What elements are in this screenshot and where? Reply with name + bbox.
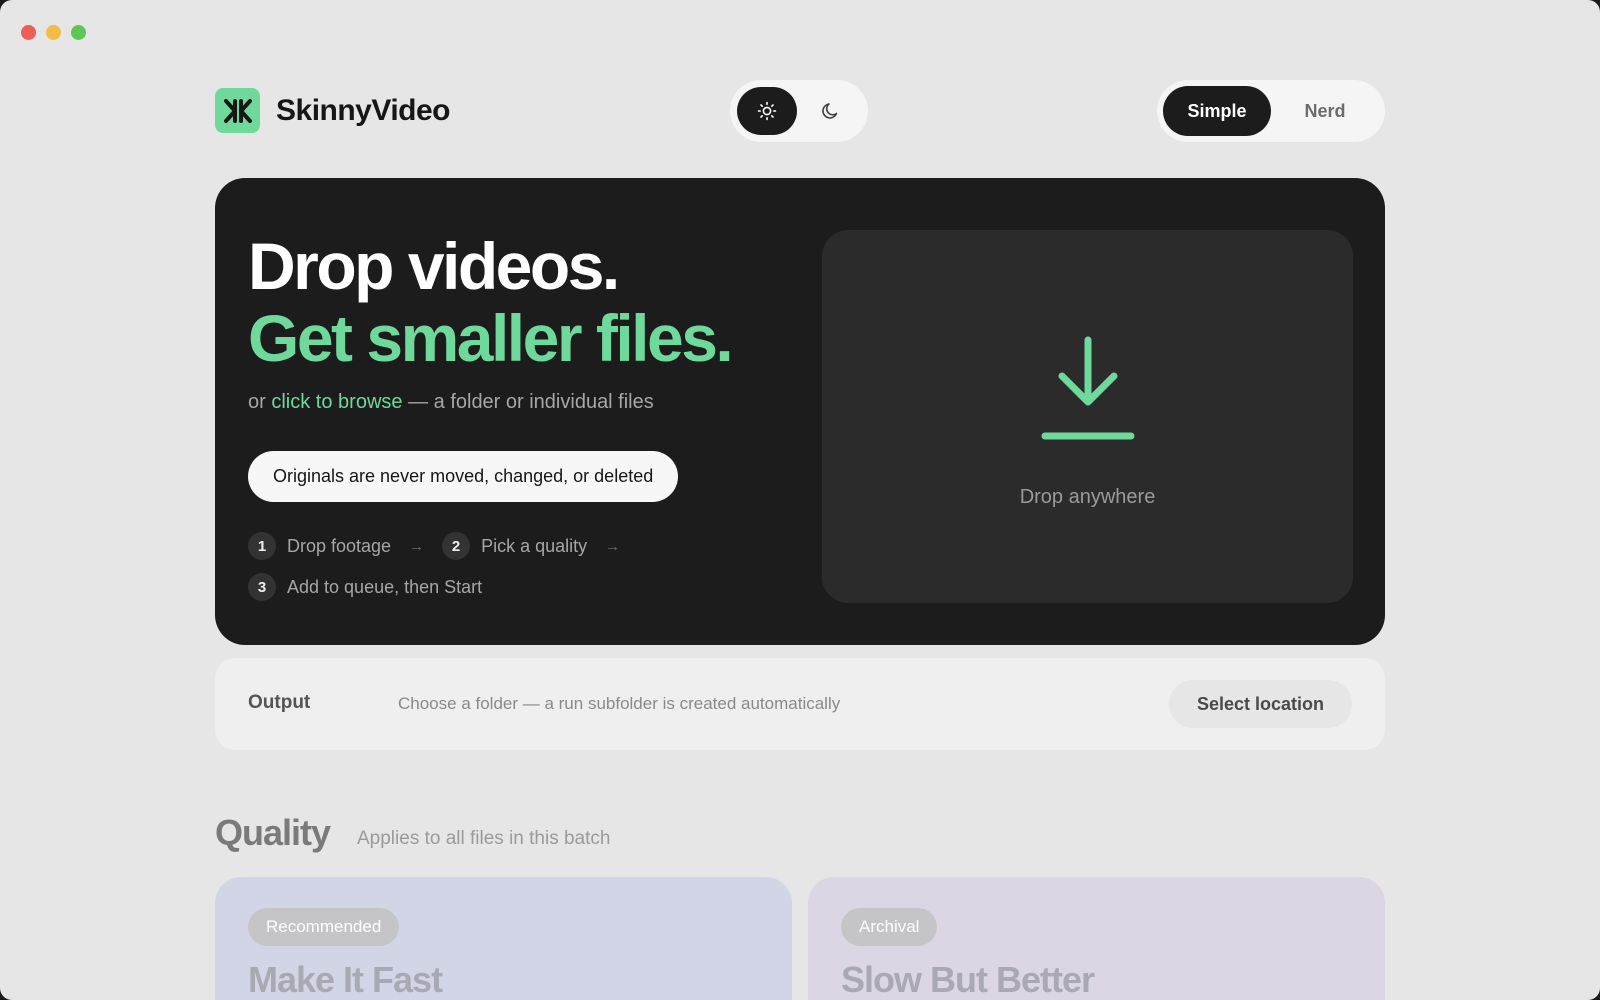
- drop-label: Drop anywhere: [1019, 486, 1156, 508]
- card-badge: Archival: [841, 908, 938, 946]
- maximize-window-button[interactable]: [71, 25, 86, 40]
- subtext-suffix: — a folder or individual files: [408, 391, 654, 413]
- light-theme-button[interactable]: [737, 87, 797, 135]
- headline-line-1: Drop videos.: [248, 229, 620, 303]
- select-location-button[interactable]: Select location: [1168, 680, 1352, 728]
- card-title: Slow But Better: [841, 959, 1095, 1000]
- card-badge: Recommended: [248, 908, 400, 946]
- originals-safe-pill: Originals are never moved, changed, or d…: [248, 451, 679, 502]
- app-logo-icon: [215, 88, 260, 133]
- quality-subtitle: Applies to all files in this batch: [357, 828, 611, 849]
- moon-icon: [822, 103, 838, 119]
- output-bar: Output Choose a folder — a run subfolder…: [215, 658, 1385, 750]
- theme-toggle: [730, 80, 868, 142]
- headline-line-2: Get smaller files.: [248, 301, 734, 375]
- browse-link[interactable]: click to browse: [271, 391, 402, 413]
- browse-subtext: or click to browse — a folder or individ…: [248, 391, 654, 414]
- arrow-right-icon: →: [605, 537, 621, 555]
- step-number: 1: [248, 532, 276, 560]
- app-window: SkinnyVideo Simple Nerd Drop videos. Get…: [0, 0, 1600, 1000]
- step-2: 2 Pick a quality: [442, 532, 587, 560]
- quality-card-archival[interactable]: Archival Slow But Better: [808, 877, 1385, 1000]
- step-3: 3 Add to queue, then Start: [248, 573, 482, 601]
- window-controls: [21, 25, 86, 40]
- close-window-button[interactable]: [21, 25, 36, 40]
- arrow-right-icon: →: [409, 537, 425, 555]
- step-number: 3: [248, 573, 276, 601]
- subtext-prefix: or: [248, 391, 266, 413]
- sun-icon: [757, 101, 777, 121]
- step-label: Pick a quality: [481, 535, 588, 556]
- download-arrow-icon: [1041, 336, 1135, 440]
- steps: 1 Drop footage → 2 Pick a quality → 3 Ad…: [248, 532, 668, 614]
- step-1: 1 Drop footage: [248, 532, 391, 560]
- app-name: SkinnyVideo: [276, 93, 451, 127]
- step-label: Drop footage: [287, 535, 392, 556]
- simple-mode-button[interactable]: Simple: [1163, 86, 1271, 136]
- step-label: Add to queue, then Start: [287, 576, 483, 597]
- nerd-mode-button[interactable]: Nerd: [1271, 86, 1379, 136]
- drop-zone[interactable]: Drop anywhere: [822, 230, 1353, 603]
- output-hint: Choose a folder — a run subfolder is cre…: [398, 694, 841, 713]
- dark-theme-button[interactable]: [801, 87, 861, 135]
- step-number: 2: [442, 532, 471, 560]
- brand: SkinnyVideo: [215, 88, 451, 133]
- mode-toggle: Simple Nerd: [1157, 80, 1385, 142]
- quality-title: Quality: [215, 812, 331, 853]
- minimize-window-button[interactable]: [46, 25, 61, 40]
- card-title: Make It Fast: [248, 959, 443, 1000]
- headline: Drop videos. Get smaller files.: [248, 229, 734, 375]
- hero-panel: Drop videos. Get smaller files. or click…: [215, 178, 1385, 645]
- quality-card-fast[interactable]: Recommended Make It Fast: [215, 877, 792, 1000]
- output-label: Output: [248, 692, 311, 713]
